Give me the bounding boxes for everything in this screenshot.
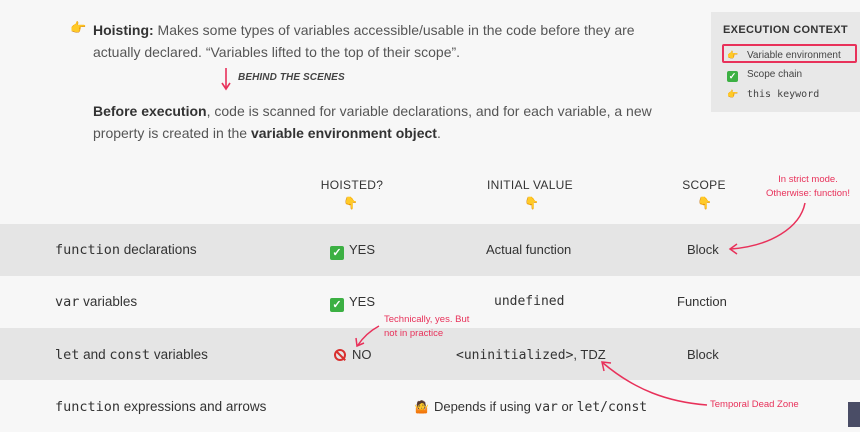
- arrow-to-block: [730, 202, 806, 250]
- arrow-to-tdz: [602, 362, 708, 406]
- arrow-to-no: [357, 325, 380, 346]
- annotation-arrows: [355, 202, 806, 406]
- corner-thumbnail: [848, 402, 860, 427]
